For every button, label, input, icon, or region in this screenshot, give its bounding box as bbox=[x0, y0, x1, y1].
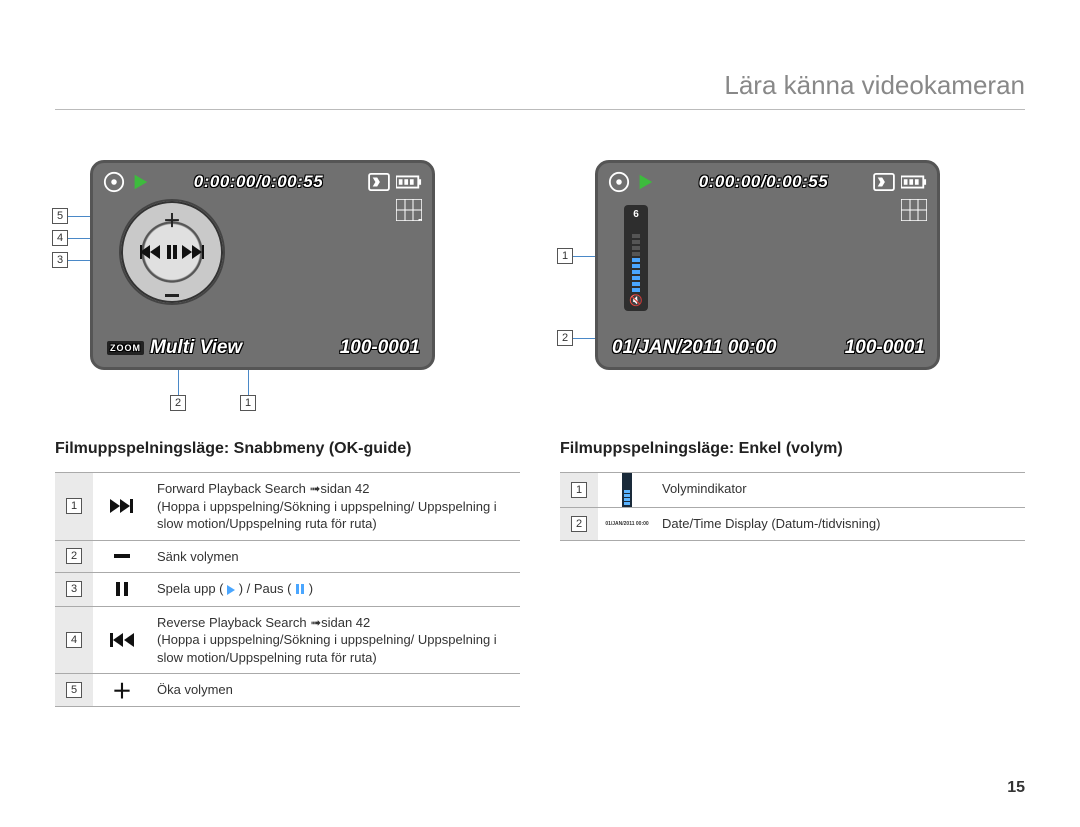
callout-1: 1 bbox=[557, 248, 573, 264]
file-number: 100-0001 bbox=[340, 337, 420, 359]
page-title: Lära känna videokameran bbox=[55, 70, 1025, 110]
minus-icon bbox=[165, 294, 179, 297]
play-icon bbox=[636, 173, 654, 191]
memory-card-icon bbox=[368, 173, 390, 191]
table-row: 1 Forward Playback Search ➟sidan 42(Hopp… bbox=[55, 473, 520, 541]
speaker-icon: 🔇 bbox=[629, 294, 643, 307]
datetime-mini-icon: 01/JAN/2011 00:00 bbox=[605, 521, 648, 527]
callout-1: 1 bbox=[240, 395, 256, 411]
legend-b: 1 Volymindikator 2 01/JAN/2011 00:00 Dat… bbox=[560, 472, 1025, 541]
callout-5: 5 bbox=[52, 208, 68, 224]
pause-icon bbox=[295, 581, 305, 599]
multi-view-icon: F bbox=[396, 199, 422, 221]
playback-screen-volume: 1 2 0:00:00/0:00:55 6 bbox=[595, 160, 1025, 370]
multi-view-icon bbox=[901, 199, 927, 221]
zoom-tag: ZOOM bbox=[107, 341, 144, 355]
minus-icon bbox=[114, 554, 130, 558]
volume-indicator-icon bbox=[622, 473, 632, 507]
callout-4: 4 bbox=[52, 230, 68, 246]
callout-2: 2 bbox=[170, 395, 186, 411]
ok-dpad: ＋ bbox=[121, 201, 223, 303]
fast-forward-icon bbox=[182, 245, 204, 259]
pause-icon bbox=[115, 582, 129, 596]
timecode: 0:00:00/0:00:55 bbox=[660, 172, 867, 192]
legend-a: 1 Forward Playback Search ➟sidan 42(Hopp… bbox=[55, 472, 520, 707]
playback-screen-shortcut: 5 4 3 2 1 0:00:00/0:00:55 bbox=[90, 160, 520, 370]
table-row: 1 Volymindikator bbox=[560, 473, 1025, 508]
table-row: 3 Spela upp ( ) / Paus ( ) bbox=[55, 573, 520, 606]
section-a-title: Filmuppspelningsläge: Snabbmeny (OK-guid… bbox=[55, 440, 520, 458]
rewind-icon bbox=[140, 245, 162, 259]
file-number: 100-0001 bbox=[845, 337, 925, 359]
callout-3: 3 bbox=[52, 252, 68, 268]
timecode: 0:00:00/0:00:55 bbox=[155, 172, 362, 192]
page-number: 15 bbox=[1007, 779, 1025, 797]
table-row: 2 01/JAN/2011 00:00 Date/Time Display (D… bbox=[560, 508, 1025, 541]
pause-icon bbox=[166, 245, 178, 259]
multi-view-label: Multi View bbox=[150, 337, 242, 359]
media-icon bbox=[103, 171, 125, 193]
memory-card-icon bbox=[873, 173, 895, 191]
battery-full-icon bbox=[396, 174, 422, 190]
table-row: 2 Sänk volymen bbox=[55, 541, 520, 574]
plus-icon: ＋ bbox=[163, 207, 181, 233]
table-row: 5 ＋ Öka volymen bbox=[55, 674, 520, 707]
plus-icon: ＋ bbox=[112, 675, 132, 704]
datetime-display: 01/JAN/2011 00:00 bbox=[612, 337, 776, 359]
volume-indicator: 6 🔇 bbox=[624, 205, 648, 311]
fast-forward-icon bbox=[110, 499, 134, 513]
callout-2: 2 bbox=[557, 330, 573, 346]
table-row: 4 Reverse Playback Search ➟sidan 42(Hopp… bbox=[55, 607, 520, 675]
play-icon bbox=[131, 173, 149, 191]
media-icon bbox=[608, 171, 630, 193]
battery-full-icon bbox=[901, 174, 927, 190]
rewind-icon bbox=[110, 633, 134, 647]
svg-text:F: F bbox=[418, 218, 422, 221]
play-icon bbox=[227, 585, 235, 595]
section-b-title: Filmuppspelningsläge: Enkel (volym) bbox=[560, 440, 1025, 458]
